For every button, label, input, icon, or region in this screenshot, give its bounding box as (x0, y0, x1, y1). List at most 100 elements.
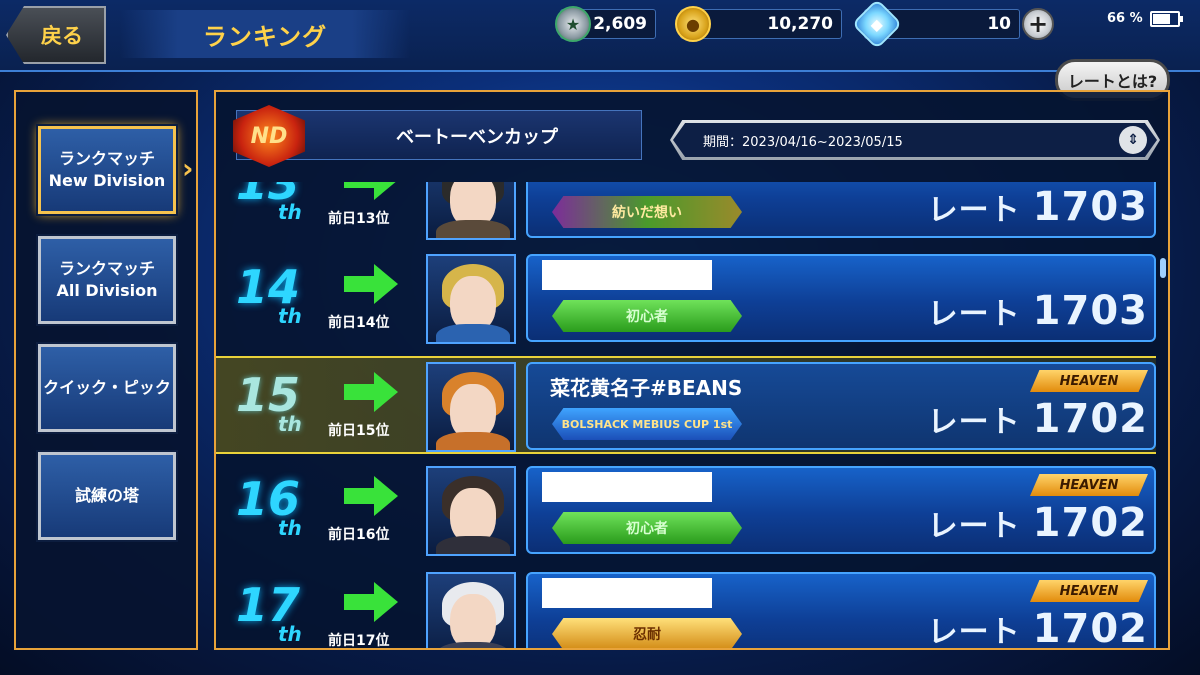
trend-right-arrow-icon (344, 182, 396, 200)
player-avatar (426, 182, 516, 240)
rate-label: レート (927, 297, 1021, 332)
player-card: 初心者 レート 1703 (526, 254, 1156, 342)
cup-header: ND ベートーベンカップ (233, 105, 642, 167)
crystal-count: 10 (987, 14, 1011, 34)
period-selector[interactable]: 期間：2023/04/16~2023/05/15 (670, 120, 1160, 160)
sidebar-item-rank-match-all-division[interactable]: ランクマッチ All Division (36, 234, 178, 326)
period-text: 期間：2023/04/16~2023/05/15 (673, 123, 1157, 157)
mode-sidebar: ランクマッチ New Division › ランクマッチ All Division … (14, 90, 198, 650)
medal-count: 2,609 (593, 14, 647, 34)
rate-label: レート (927, 615, 1021, 650)
player-avatar (426, 254, 516, 344)
ranking-row-highlighted[interactable]: 15 th 前日15位 菜花黄名子#BEANS HEAVEN BOLSHACK … (216, 356, 1156, 454)
crystal-icon: ◆ (851, 0, 903, 50)
rank-number: 17 (236, 578, 301, 632)
plus-icon: + (1027, 10, 1049, 38)
previous-rank: 前日17位 (328, 633, 390, 649)
period-spinner-icon[interactable]: ⇕ (1119, 126, 1147, 154)
rank-suffix: th (278, 412, 302, 436)
rate-value: レート 1702 (908, 396, 1148, 442)
title-badge: 紡いだ想い (552, 196, 742, 228)
title-badge: 忍耐 (552, 618, 742, 648)
ranking-panel: ND ベートーベンカップ 期間：2023/04/16~2023/05/15 ⇕ … (214, 90, 1170, 650)
rank-title-badge: HEAVEN (1030, 580, 1148, 602)
trend-right-arrow-icon (344, 264, 398, 304)
player-name: 菜花黄名子#BEANS (550, 376, 743, 400)
title-badge: BOLSHACK MEBIUS CUP 1st (552, 408, 742, 440)
rate-label: レート (927, 509, 1021, 544)
trend-right-arrow-icon (344, 372, 398, 412)
previous-rank: 前日15位 (328, 423, 390, 439)
sidebar-item-trial-tower[interactable]: 試練の塔 (36, 450, 178, 542)
medal-counter: ★ 2,609 (555, 6, 656, 42)
rate-number: 1703 (1032, 288, 1148, 334)
cup-name: ベートーベンカップ (396, 127, 558, 148)
player-card: HEAVEN 忍耐 レート 1702 (526, 572, 1156, 650)
player-card: 菜花黄名子#BEANS HEAVEN BOLSHACK MEBIUS CUP 1… (526, 362, 1156, 450)
redacted-name (542, 578, 712, 608)
sidebar-item-sublabel: All Division (56, 281, 158, 300)
battery-percent: 66 % (1107, 11, 1143, 26)
sidebar-item-sublabel: New Division (48, 171, 166, 190)
rank-title-badge: HEAVEN (1030, 370, 1148, 392)
rank-suffix: th (278, 200, 302, 224)
sidebar-item-quick-pick[interactable]: クイック・ピック (36, 342, 178, 434)
player-card: 紡いだ想い レート 1703 (526, 182, 1156, 238)
sidebar-item-label: ランクマッチ (58, 149, 155, 169)
add-crystal-button[interactable]: + (1022, 8, 1054, 40)
battery-level (1153, 14, 1171, 24)
rate-value: レート 1702 (908, 500, 1148, 546)
rate-number: 1702 (1032, 396, 1148, 442)
previous-rank: 前日13位 (328, 211, 390, 227)
top-bar: 戻る ランキング ★ 2,609 ● 10,270 ◆ 10 + 66 % (0, 0, 1200, 72)
sidebar-item-label: クイック・ピック (43, 378, 171, 398)
rate-number: 1702 (1032, 500, 1148, 546)
rate-number: 1702 (1032, 606, 1148, 650)
battery-icon (1150, 11, 1183, 27)
redacted-name (542, 260, 712, 290)
rank-number: 14 (236, 260, 301, 314)
sidebar-item-label: ランクマッチ (58, 259, 155, 279)
rate-info-label: レートとは? (1067, 72, 1158, 91)
selected-chevron-icon: › (182, 152, 194, 185)
rate-number: 1703 (1032, 184, 1148, 230)
player-card: HEAVEN 初心者 レート 1702 (526, 466, 1156, 554)
title-badge: 初心者 (552, 512, 742, 544)
rank-number: 16 (236, 472, 301, 526)
rate-label: レート (927, 193, 1021, 228)
list-scrollbar[interactable] (1160, 258, 1166, 278)
rank-title-badge: HEAVEN (1030, 474, 1148, 496)
gold-counter: ● 10,270 (675, 6, 842, 42)
sidebar-item-label: 試練の塔 (74, 486, 139, 506)
crystal-counter: ◆ 10 (851, 0, 1020, 50)
rank-suffix: th (278, 304, 302, 328)
sidebar-item-rank-match-new-division[interactable]: ランクマッチ New Division (36, 124, 178, 216)
gold-count: 10,270 (767, 14, 833, 34)
player-avatar (426, 362, 516, 452)
ranking-row[interactable]: 14 th 前日14位 初心者 レート 1703 (216, 250, 1156, 346)
title-badge: 初心者 (552, 300, 742, 332)
redacted-name (542, 472, 712, 502)
rate-value: レート 1702 (908, 606, 1148, 650)
nd-badge-icon: ND (233, 105, 305, 167)
rank-number: 15 (236, 368, 301, 422)
screen-title: ランキング (120, 10, 410, 58)
rank-suffix: th (278, 622, 302, 646)
ranking-row[interactable]: 13 th 前日13位 紡いだ想い レート 1703 (216, 182, 1156, 242)
previous-rank: 前日16位 (328, 527, 390, 543)
ranking-row[interactable]: 16 th 前日16位 HEAVEN 初心者 レート 1702 (216, 462, 1156, 558)
ranking-row[interactable]: 17 th 前日17位 HEAVEN 忍耐 レート 1702 (216, 568, 1156, 650)
player-avatar (426, 572, 516, 648)
trend-right-arrow-icon (344, 582, 398, 622)
ranking-list: 13 th 前日13位 紡いだ想い レート 1703 14 th 前日14位 初心 (216, 182, 1168, 650)
player-avatar (426, 466, 516, 556)
trend-right-arrow-icon (344, 476, 398, 516)
medal-icon: ★ (555, 6, 591, 42)
rate-value: レート 1703 (908, 184, 1148, 230)
rank-suffix: th (278, 516, 302, 540)
previous-rank: 前日14位 (328, 315, 390, 331)
back-button[interactable]: 戻る (6, 6, 106, 64)
rate-value: レート 1703 (908, 288, 1148, 334)
gold-coin-icon: ● (675, 6, 711, 42)
rate-label: レート (927, 405, 1021, 440)
